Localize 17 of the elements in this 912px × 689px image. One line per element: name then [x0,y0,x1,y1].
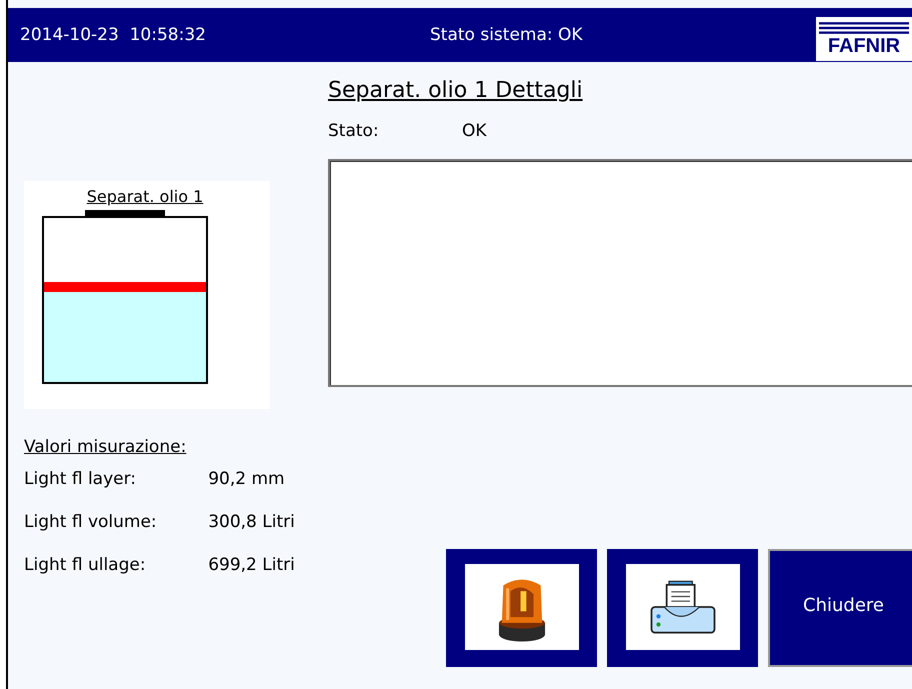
measurement-value: 90,2 mm [208,469,286,491]
tank-name: Separat. olio 1 [86,187,204,206]
close-button[interactable]: Chiudere [768,549,912,667]
measurement-label: Light fl volume: [24,512,158,534]
measurement-label: Light fl layer: [24,469,138,491]
section-heading: Valori misurazione: [24,437,188,459]
date-time: 2014-10-23 10:58:32 [20,25,207,45]
page-title: Separat. olio 1 Dettagli [328,78,583,103]
print-button[interactable] [607,549,758,667]
logo: FAFNIR [816,17,912,61]
system-status: Stato sistema: OK [430,25,584,45]
status-label: Stato: [328,121,380,141]
status-value: OK [462,121,487,141]
measurement-value: 699,2 Litri [208,555,296,577]
measurement-value: 300,8 Litri [208,512,296,534]
alarm-button[interactable] [446,549,597,667]
measurement-label: Light fl ullage: [24,555,147,577]
